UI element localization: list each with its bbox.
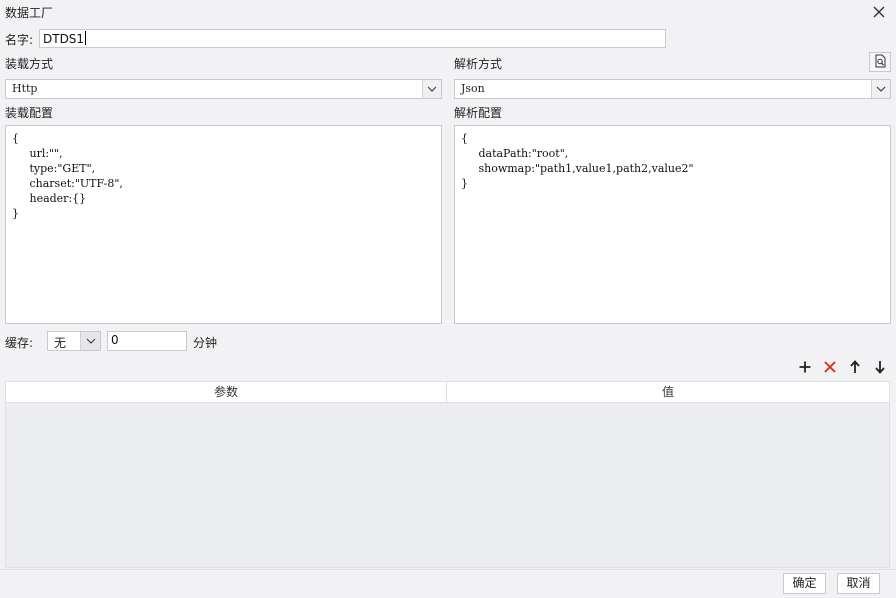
cache-select-value: 无 bbox=[54, 336, 67, 350]
cache-select[interactable]: 无 bbox=[47, 331, 101, 351]
chevron-down-icon[interactable] bbox=[80, 332, 100, 350]
footer-divider bbox=[0, 569, 896, 570]
chevron-down-icon[interactable] bbox=[422, 80, 441, 98]
move-down-icon[interactable] bbox=[870, 357, 890, 377]
chevron-down-icon[interactable] bbox=[871, 80, 890, 98]
name-input[interactable]: DTDS1 bbox=[39, 29, 666, 48]
table-header: 参数 值 bbox=[6, 382, 889, 403]
text-cursor bbox=[85, 31, 87, 45]
name-value: DTDS1 bbox=[43, 32, 85, 46]
cancel-button[interactable]: 取消 bbox=[837, 573, 880, 594]
parse-method-value: Json bbox=[461, 82, 485, 95]
parse-method-select[interactable]: Json bbox=[454, 79, 891, 99]
load-config-label: 装载配置 bbox=[5, 106, 54, 120]
parse-method-label: 解析方式 bbox=[454, 57, 503, 71]
load-method-label: 装载方式 bbox=[5, 57, 54, 71]
preview-button[interactable] bbox=[869, 52, 891, 72]
parse-config-label: 解析配置 bbox=[454, 106, 503, 120]
load-method-value: Http bbox=[12, 82, 38, 95]
load-config-editor[interactable]: { url:"", type:"GET", charset:"UTF-8", h… bbox=[5, 125, 442, 324]
cache-unit-label: 分钟 bbox=[193, 336, 218, 350]
load-method-select[interactable]: Http bbox=[5, 79, 442, 99]
window-title: 数据工厂 bbox=[5, 6, 54, 20]
params-table[interactable]: 参数 值 bbox=[5, 381, 890, 568]
name-label: 名字: bbox=[5, 33, 34, 47]
ok-button[interactable]: 确定 bbox=[783, 573, 826, 594]
column-header-value[interactable]: 值 bbox=[447, 382, 889, 402]
preview-icon bbox=[873, 54, 887, 71]
add-icon[interactable] bbox=[795, 357, 815, 377]
close-icon[interactable] bbox=[870, 3, 888, 21]
parse-config-editor[interactable]: { dataPath:"root", showmap:"path1,value1… bbox=[454, 125, 891, 324]
cache-amount-input[interactable]: 0 bbox=[107, 331, 187, 351]
cache-label: 缓存: bbox=[5, 336, 34, 350]
move-up-icon[interactable] bbox=[845, 357, 865, 377]
delete-icon[interactable] bbox=[820, 357, 840, 377]
column-header-param[interactable]: 参数 bbox=[6, 382, 447, 402]
